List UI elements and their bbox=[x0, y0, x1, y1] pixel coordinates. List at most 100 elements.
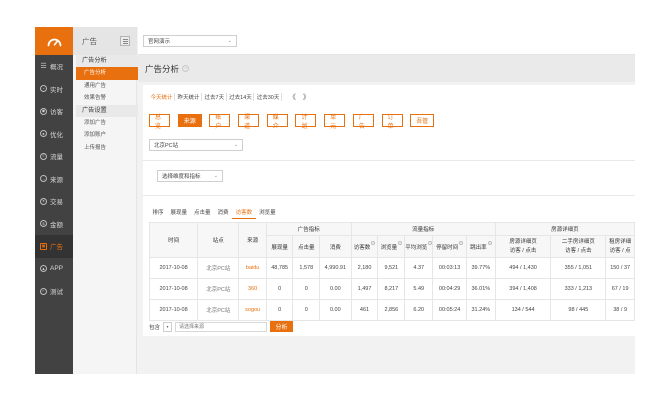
info-icon[interactable] bbox=[398, 240, 403, 245]
subnav-group: 广告设置 添加广告 添加账户 上传报告 bbox=[76, 104, 138, 155]
nav-item-amount[interactable]: $ 金额 bbox=[35, 213, 73, 236]
date-range-bar: 今天统计 昨天统计 过去7天 过去14天 过去30天 《 》 bbox=[143, 85, 635, 108]
nav-item-optimize[interactable]: ● 优化 bbox=[35, 123, 73, 146]
cell-source[interactable]: 360 bbox=[238, 278, 267, 300]
dimension-tag[interactable]: 计划 bbox=[295, 114, 317, 130]
cell-clicks: 1,578 bbox=[292, 257, 321, 279]
divider bbox=[143, 160, 635, 161]
nav-item-label: 交易 bbox=[50, 199, 63, 207]
cell-visitors: 461 bbox=[350, 299, 379, 321]
nav-item-label: 金额 bbox=[50, 221, 63, 229]
station-select[interactable]: 北京PC站 ⌄ bbox=[149, 139, 243, 151]
cell-station: 北京PC站 bbox=[197, 299, 240, 321]
analyze-button[interactable]: 分析 bbox=[270, 321, 294, 332]
subnav-group-title[interactable]: 广告分析 bbox=[76, 55, 138, 67]
col-ad-metric[interactable]: 展现量 bbox=[265, 235, 294, 258]
cell-bounce: 39.77% bbox=[465, 257, 496, 279]
nav-item-traffic[interactable]: ≡ 流量 bbox=[35, 145, 73, 168]
cell-stay: 00:03:13 bbox=[432, 257, 467, 279]
subnav-link[interactable]: 添加账户 bbox=[76, 129, 138, 142]
dimension-tag[interactable]: 媒介 bbox=[266, 114, 288, 130]
col-flow-metric[interactable]: 访客数 bbox=[350, 235, 379, 258]
collapse-menu-icon[interactable] bbox=[120, 36, 130, 46]
nav-item-ad[interactable]: ▣ 广告 bbox=[35, 235, 73, 258]
ad-data-table: 时间 站点 来源 广告指标 流量指标 房源详细页 展现量 点击量 消费 访客数 浏览量平… bbox=[148, 222, 635, 321]
nav-item-label: 广告 bbox=[50, 244, 63, 252]
subnav-link[interactable]: 广告分析 bbox=[76, 67, 138, 80]
info-icon[interactable] bbox=[371, 240, 376, 245]
cell-pageviews: 8,217 bbox=[377, 278, 406, 300]
cell-source[interactable]: baidu bbox=[238, 257, 267, 279]
col-ad-metric[interactable]: 消费 bbox=[319, 235, 352, 258]
dimension-tag[interactable]: 广告 bbox=[352, 114, 374, 130]
subnav-link[interactable]: 通用广告 bbox=[76, 80, 138, 93]
dimension-select[interactable]: 选择维度和指标 ⌄ bbox=[157, 170, 223, 182]
cell-second-hand: 355 / 1,051 bbox=[550, 257, 607, 279]
col-flow-metric[interactable]: 浏览量 bbox=[377, 235, 406, 258]
info-icon[interactable] bbox=[428, 240, 432, 245]
top-bar: 官网演示 ⌄ bbox=[138, 27, 635, 55]
metric-tab[interactable]: 浏览量 bbox=[256, 208, 280, 219]
metric-tab[interactable]: 消费 bbox=[214, 208, 232, 219]
nav-item-list[interactable]: ☰ 概况 bbox=[35, 55, 73, 78]
logo[interactable] bbox=[35, 27, 73, 55]
next-period-button[interactable]: 》 bbox=[303, 92, 310, 102]
col-source[interactable]: 来源 bbox=[238, 222, 267, 258]
col-time[interactable]: 时间 bbox=[148, 222, 199, 258]
cell-rent: 150 / 37 bbox=[605, 257, 635, 279]
subnav-title: 广告 bbox=[82, 36, 97, 46]
metric-tabs: 排序 展现量 点击量 消费 访客数 浏览量 bbox=[149, 208, 279, 219]
nav-item-deal[interactable]: ¥ 交易 bbox=[35, 190, 73, 213]
date-range-option[interactable]: 昨天统计 bbox=[176, 92, 203, 101]
date-range-option[interactable]: 过去7天 bbox=[203, 92, 227, 101]
help-icon[interactable]: ? bbox=[182, 65, 190, 72]
dimension-tag[interactable]: 来源 bbox=[177, 114, 202, 127]
source-filter: 包含 ▾ 分析 bbox=[149, 321, 294, 332]
speedometer-icon bbox=[47, 38, 61, 47]
date-range-option[interactable]: 过去14天 bbox=[228, 92, 255, 101]
dimension-tag[interactable]: 账户 bbox=[209, 114, 231, 130]
nav-item-source[interactable]: → 来源 bbox=[35, 168, 73, 191]
nav-item-app[interactable]: ▲ APP bbox=[35, 258, 73, 281]
nav-item-label: 测试 bbox=[50, 289, 63, 297]
col-flow-metric-label: 访客数 bbox=[353, 244, 371, 251]
date-range-option[interactable]: 今天统计 bbox=[149, 92, 176, 101]
subnav-link[interactable]: 效果告警 bbox=[76, 92, 138, 105]
cell-source[interactable]: sogou bbox=[238, 299, 267, 321]
chevron-down-icon: ⌄ bbox=[227, 37, 232, 44]
subnav-link[interactable]: 添加广告 bbox=[76, 117, 138, 130]
match-mode-select[interactable]: ▾ bbox=[163, 321, 173, 332]
col-flow-metric[interactable]: 停留时间 bbox=[432, 235, 467, 258]
cell-second-hand: 333 / 1,213 bbox=[550, 278, 607, 300]
table-row: 2017-10-08 北京PC站 sogou 0 0 0.00 461 2,856 6.20 00… bbox=[148, 299, 635, 321]
nav-item-visitor[interactable]: ◉ 访客 bbox=[35, 100, 73, 123]
page-title: 广告分析 bbox=[145, 63, 180, 74]
col-station[interactable]: 站点 bbox=[197, 222, 240, 258]
source-input[interactable] bbox=[175, 321, 268, 332]
info-icon[interactable] bbox=[487, 240, 492, 245]
info-icon[interactable] bbox=[459, 240, 464, 245]
dimension-tag[interactable]: 单元 bbox=[324, 114, 346, 130]
metric-tab[interactable]: 点击量 bbox=[191, 208, 215, 219]
site-select[interactable]: 官网演示 ⌄ bbox=[143, 34, 237, 47]
metric-tab[interactable]: 展现量 bbox=[167, 208, 191, 219]
col-house-metric[interactable]: 房源详细页 访客 / 点击 bbox=[494, 235, 552, 258]
dimension-tag[interactable]: 渠道 bbox=[238, 114, 260, 130]
metric-tab[interactable]: 访客数 bbox=[232, 208, 256, 219]
dimension-tag[interactable]: 订单 bbox=[381, 114, 403, 130]
col-flow-metric[interactable]: 跳出率 bbox=[465, 235, 496, 258]
col-house-metric[interactable]: 租房详细 访客 / 点 bbox=[605, 235, 635, 258]
nav-item-label: 访客 bbox=[50, 109, 63, 117]
subnav-group-title[interactable]: 广告设置 bbox=[76, 104, 138, 117]
dimension-tag[interactable]: 总览 bbox=[149, 114, 170, 130]
nav-item-clock[interactable]: ◔ 实时 bbox=[35, 78, 73, 101]
prev-period-button[interactable]: 《 bbox=[289, 92, 296, 102]
dimension-tag[interactable]: 吾管 bbox=[410, 114, 435, 127]
cell-station: 北京PC站 bbox=[197, 257, 240, 279]
date-range-option[interactable]: 过去30天 bbox=[255, 92, 282, 101]
col-ad-metric[interactable]: 点击量 bbox=[292, 235, 321, 258]
col-flow-metric[interactable]: 平均浏览 bbox=[404, 235, 434, 258]
nav-item-test[interactable]: ✓ 测试 bbox=[35, 280, 73, 303]
subnav-link[interactable]: 上传报告 bbox=[76, 142, 138, 155]
col-house-metric[interactable]: 二手房详细页 访客 / 点击 bbox=[550, 235, 607, 258]
